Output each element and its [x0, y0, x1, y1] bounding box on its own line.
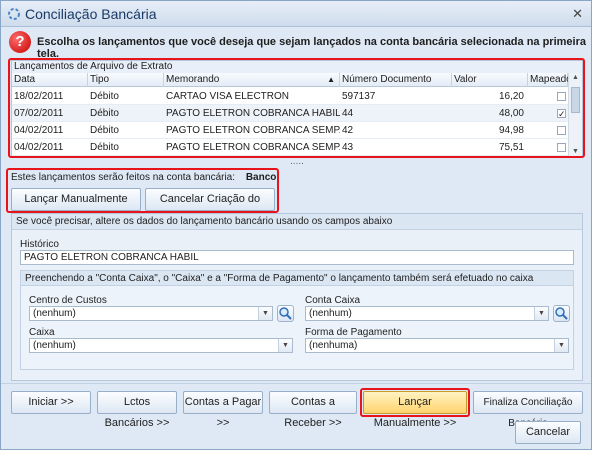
app-logo-icon — [8, 8, 20, 20]
forma-pagamento-label: Forma de Pagamento — [305, 327, 402, 338]
lancamento-form: Se você precisar, altere os dados do lan… — [11, 213, 583, 381]
resize-grip[interactable]: ..... — [290, 156, 304, 167]
caixa-value: (nenhum) — [33, 340, 76, 351]
forma-pagamento-select[interactable]: (nenhuma) ▼ — [305, 338, 569, 353]
finaliza-conciliacao-button[interactable]: Finaliza Conciliação Bancária — [473, 391, 583, 429]
chevron-down-icon[interactable]: ▼ — [278, 339, 292, 352]
instruction-text: Escolha os lançamentos que você deseja q… — [37, 36, 587, 60]
contas-receber-button[interactable]: Contas a Receber >> — [269, 391, 357, 429]
divider — [1, 383, 591, 384]
chevron-down-icon[interactable]: ▼ — [554, 339, 568, 352]
caixa-group-caption: Preenchendo a "Conta Caixa", o "Caixa" e… — [21, 271, 573, 286]
caixa-label: Caixa — [29, 327, 55, 338]
close-icon[interactable]: ✕ — [572, 6, 583, 22]
forma-pagamento-value: (nenhuma) — [309, 340, 358, 351]
contas-pagar-button[interactable]: Contas a Pagar >> — [183, 391, 263, 429]
conta-caixa-select[interactable]: (nenhum) ▼ — [305, 306, 549, 321]
conta-caixa-label: Conta Caixa — [305, 295, 361, 306]
historico-label: Histórico — [20, 239, 59, 250]
caixa-select[interactable]: (nenhum) ▼ — [29, 338, 293, 353]
historico-field[interactable]: PAGTO ELETRON COBRANCA HABIL — [20, 250, 574, 265]
chevron-down-icon[interactable]: ▼ — [258, 307, 272, 320]
question-icon: ? — [9, 31, 31, 53]
search-conta-button[interactable] — [553, 305, 570, 322]
conciliacao-window: Conciliação Bancária ✕ ? Escolha os lanç… — [0, 0, 592, 450]
nav-highlight-box — [360, 388, 470, 417]
window-title: Conciliação Bancária — [25, 6, 157, 22]
search-icon — [555, 307, 568, 320]
iniciar-button[interactable]: Iniciar >> — [11, 391, 91, 414]
cancel-button[interactable]: Cancelar — [515, 421, 581, 444]
centro-custos-value: (nenhum) — [33, 308, 76, 319]
actions-highlight-box — [6, 168, 279, 213]
chevron-down-icon[interactable]: ▼ — [534, 307, 548, 320]
form-caption: Se você precisar, altere os dados do lan… — [12, 214, 582, 230]
centro-custos-label: Centro de Custos — [29, 295, 107, 306]
centro-custos-select[interactable]: (nenhum) ▼ — [29, 306, 273, 321]
grid-highlight-box — [8, 58, 585, 158]
search-icon — [279, 307, 292, 320]
conta-caixa-value: (nenhum) — [309, 308, 352, 319]
caixa-group: Preenchendo a "Conta Caixa", o "Caixa" e… — [20, 270, 574, 370]
title-bar: Conciliação Bancária ✕ — [1, 1, 591, 27]
lctos-bancarios-button[interactable]: Lctos Bancários >> — [97, 391, 177, 429]
search-centro-button[interactable] — [277, 305, 294, 322]
